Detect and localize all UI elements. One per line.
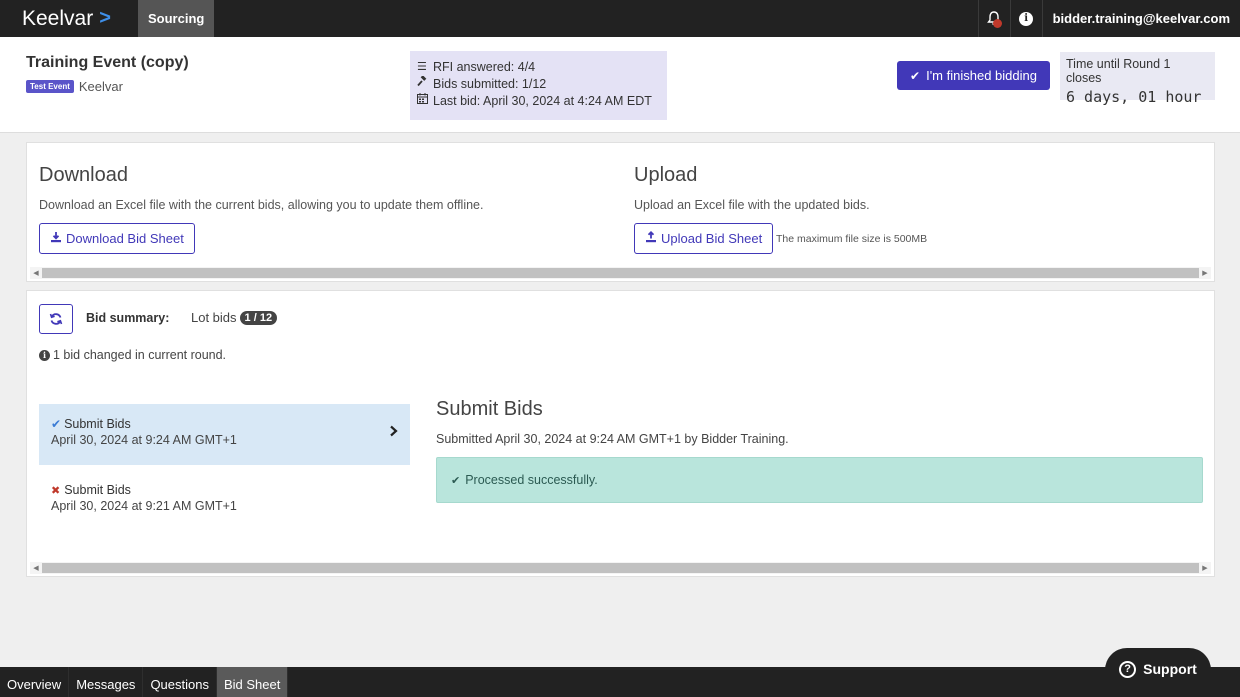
tab-messages[interactable]: Messages [69, 667, 144, 697]
lot-bids-label: Lot bids [191, 310, 237, 325]
download-icon [50, 231, 62, 246]
support-button[interactable]: ? Support [1105, 648, 1211, 697]
check-icon: ✔ [451, 474, 461, 487]
download-title: Download [39, 164, 128, 186]
timer-label: Time until Round 1 closes [1066, 57, 1171, 85]
round-timer: Time until Round 1 closes 6 days, 01 hou… [1060, 52, 1215, 106]
history-item-title: Submit Bids [64, 417, 131, 431]
tab-questions[interactable]: Questions [143, 667, 217, 697]
upload-button-label: Upload Bid Sheet [661, 231, 763, 246]
event-stats: ☰ RFI answered: 4/4 Bids submitted: 1/12… [410, 51, 667, 120]
finished-bidding-label: I'm finished bidding [926, 68, 1037, 83]
last-bid: Last bid: April 30, 2024 at 4:24 AM EDT [433, 94, 652, 108]
check-icon: ✔ [910, 68, 921, 83]
detail-subtitle: Submitted April 30, 2024 at 9:24 AM GMT+… [436, 432, 789, 446]
scroll-right-icon[interactable]: ▶ [1199, 269, 1211, 277]
scroll-right-icon[interactable]: ▶ [1199, 564, 1211, 572]
scroll-left-icon[interactable]: ◀ [30, 564, 42, 572]
info-circle-icon: i [39, 349, 50, 361]
success-alert: ✔ Processed successfully. [436, 457, 1203, 503]
logo-chevron-icon: > [99, 7, 111, 29]
finished-bidding-button[interactable]: ✔ I'm finished bidding [897, 61, 1050, 90]
lot-bids-count-badge: 1 / 12 [239, 310, 278, 325]
history-item[interactable]: ✖ Submit Bids April 30, 2024 at 9:21 AM … [39, 470, 410, 531]
upload-icon [645, 231, 657, 246]
download-bid-sheet-button[interactable]: Download Bid Sheet [39, 223, 195, 254]
info-icon[interactable]: i [1009, 0, 1042, 37]
list-icon: ☰ [417, 61, 427, 73]
horizontal-scrollbar[interactable]: ◀ ▶ [30, 267, 1211, 279]
upload-bid-sheet-button[interactable]: Upload Bid Sheet [634, 223, 774, 254]
event-title: Training Event (copy) [26, 54, 189, 71]
notifications-bell-icon[interactable] [977, 0, 1010, 37]
bids-submitted: Bids submitted: 1/12 [433, 77, 547, 91]
changed-bids-note: i 1 bid changed in current round. [39, 348, 226, 362]
refresh-button[interactable] [39, 304, 73, 334]
history-item-date: April 30, 2024 at 9:21 AM GMT+1 [51, 499, 237, 513]
cross-icon: ✖ [51, 484, 61, 497]
scrollbar-thumb[interactable] [42, 268, 1199, 278]
history-item-date: April 30, 2024 at 9:24 AM GMT+1 [51, 433, 237, 447]
history-item-title: Submit Bids [64, 483, 131, 497]
notification-dot [992, 19, 1002, 28]
bid-summary-label: Bid summary: [86, 311, 170, 325]
bid-summary-panel: Bid summary: Lot bids 1 / 12 i 1 bid cha… [26, 290, 1215, 577]
success-message: Processed successfully. [465, 473, 598, 487]
keelvar-logo[interactable]: Keelvar > [0, 7, 138, 31]
logo-text: Keelvar [22, 6, 94, 30]
check-icon: ✔ [51, 417, 62, 431]
question-circle-icon: ? [1119, 661, 1137, 678]
event-subtitle: Test Event Keelvar [26, 79, 123, 94]
user-menu[interactable]: bidder.training@keelvar.com [1041, 0, 1240, 37]
top-navbar: Keelvar > Sourcing i bidder.training@kee… [0, 0, 1240, 37]
scrollbar-thumb[interactable] [42, 563, 1199, 573]
max-file-size-note: The maximum file size is 500MB [776, 233, 928, 245]
detail-title: Submit Bids [436, 398, 543, 420]
gavel-icon [417, 75, 430, 93]
download-description: Download an Excel file with the current … [39, 198, 484, 212]
upload-description: Upload an Excel file with the updated bi… [634, 198, 870, 212]
nav-sourcing[interactable]: Sourcing [138, 0, 215, 37]
download-button-label: Download Bid Sheet [66, 231, 184, 246]
tab-overview[interactable]: Overview [0, 667, 70, 697]
tab-bid-sheet[interactable]: Bid Sheet [216, 667, 289, 697]
upload-title: Upload [634, 164, 698, 186]
timer-value: 6 days, 01 hour [1066, 88, 1202, 106]
history-item[interactable]: ✔ Submit Bids April 30, 2024 at 9:24 AM … [39, 404, 410, 465]
scroll-left-icon[interactable]: ◀ [30, 269, 42, 277]
event-organization: Keelvar [78, 79, 123, 94]
lot-bids: Lot bids 1 / 12 [191, 310, 278, 325]
changed-bids-text: 1 bid changed in current round. [53, 348, 227, 362]
download-upload-panel: Download Download an Excel file with the… [26, 142, 1215, 282]
bottom-tab-bar: Overview Messages Questions Bid Sheet [0, 667, 1240, 697]
refresh-icon [49, 313, 63, 325]
support-label: Support [1143, 661, 1197, 677]
test-event-badge: Test Event [26, 80, 74, 93]
calendar-icon [417, 93, 430, 110]
horizontal-scrollbar[interactable]: ◀ ▶ [30, 562, 1211, 574]
rfi-answered: RFI answered: 4/4 [433, 60, 536, 74]
chevron-right-icon [389, 424, 398, 441]
event-header: Training Event (copy) Test Event Keelvar… [0, 37, 1240, 133]
